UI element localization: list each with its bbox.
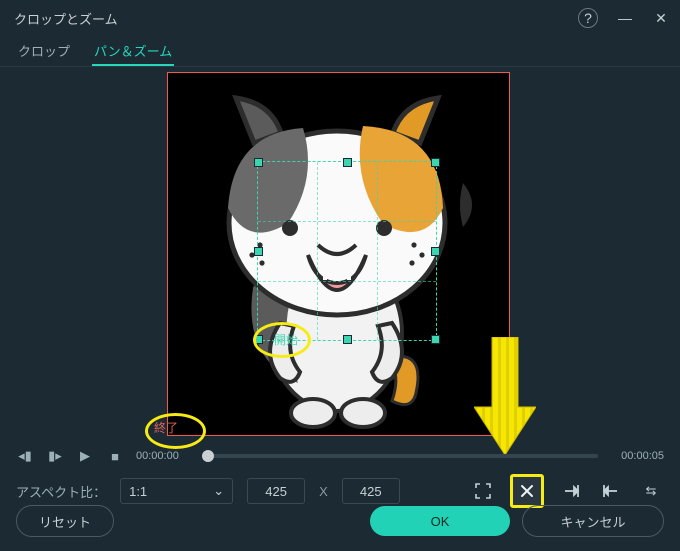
crop-handle[interactable] <box>254 335 263 344</box>
close-icon[interactable]: ✕ <box>652 9 670 27</box>
window-actions: ? — ✕ <box>578 8 670 28</box>
zoom-fit-icon[interactable] <box>470 478 496 504</box>
timeline-knob[interactable] <box>202 450 214 462</box>
time-current: 00:00:00 <box>136 450 190 462</box>
height-input[interactable]: 425 <box>342 478 400 504</box>
crop-handle[interactable] <box>431 247 440 256</box>
crop-handle[interactable] <box>254 247 263 256</box>
crop-handle[interactable] <box>431 158 440 167</box>
crop-rectangle-start[interactable]: 開始 <box>257 161 437 341</box>
width-input[interactable]: 425 <box>247 478 305 504</box>
align-left-icon[interactable] <box>558 478 584 504</box>
aspect-label: アスペクト比： <box>16 482 106 501</box>
minimize-icon[interactable]: — <box>616 9 634 27</box>
crop-handle[interactable] <box>431 335 440 344</box>
crop-end-label: 終了 <box>154 419 178 436</box>
aspect-row: アスペクト比： 1:1 ⌄ 425 X 425 ⇆ <box>16 476 664 506</box>
crop-handle[interactable] <box>343 158 352 167</box>
tabs: クロップ パン＆ズーム <box>0 36 680 67</box>
timeline-slider[interactable] <box>202 454 598 458</box>
dimension-separator: X <box>319 484 328 499</box>
cancel-button[interactable]: キャンセル <box>522 505 664 537</box>
align-right-icon[interactable] <box>598 478 624 504</box>
play-button[interactable]: ▶ <box>76 447 94 465</box>
titlebar: クロップとズーム ? — ✕ <box>0 0 680 36</box>
tab-panzoom[interactable]: パン＆ズーム <box>92 38 174 66</box>
chevron-down-icon: ⌄ <box>213 483 224 499</box>
crop-start-label: 開始 <box>272 331 300 348</box>
crop-handle[interactable] <box>254 158 263 167</box>
aspect-select[interactable]: 1:1 ⌄ <box>120 478 233 504</box>
reset-button[interactable]: リセット <box>16 505 114 537</box>
aspect-select-value: 1:1 <box>129 484 147 499</box>
ok-button[interactable]: OK <box>370 506 510 536</box>
footer: リセット OK キャンセル <box>16 505 664 537</box>
time-total: 00:00:05 <box>610 450 664 462</box>
stop-button[interactable]: ■ <box>106 447 124 465</box>
swap-icon[interactable]: ⇆ <box>638 478 664 504</box>
zoom-center-icon[interactable] <box>510 474 544 508</box>
crop-handle[interactable] <box>343 335 352 344</box>
help-icon[interactable]: ? <box>578 8 598 28</box>
playback-bar: ◂▮ ▮▸ ▶ ■ 00:00:00 00:00:05 <box>16 443 664 469</box>
preview-canvas[interactable]: 開始 <box>167 72 510 436</box>
step-back-button[interactable]: ◂▮ <box>16 447 34 465</box>
step-forward-button[interactable]: ▮▸ <box>46 447 64 465</box>
tab-crop[interactable]: クロップ <box>16 38 72 66</box>
window-title: クロップとズーム <box>14 9 118 28</box>
